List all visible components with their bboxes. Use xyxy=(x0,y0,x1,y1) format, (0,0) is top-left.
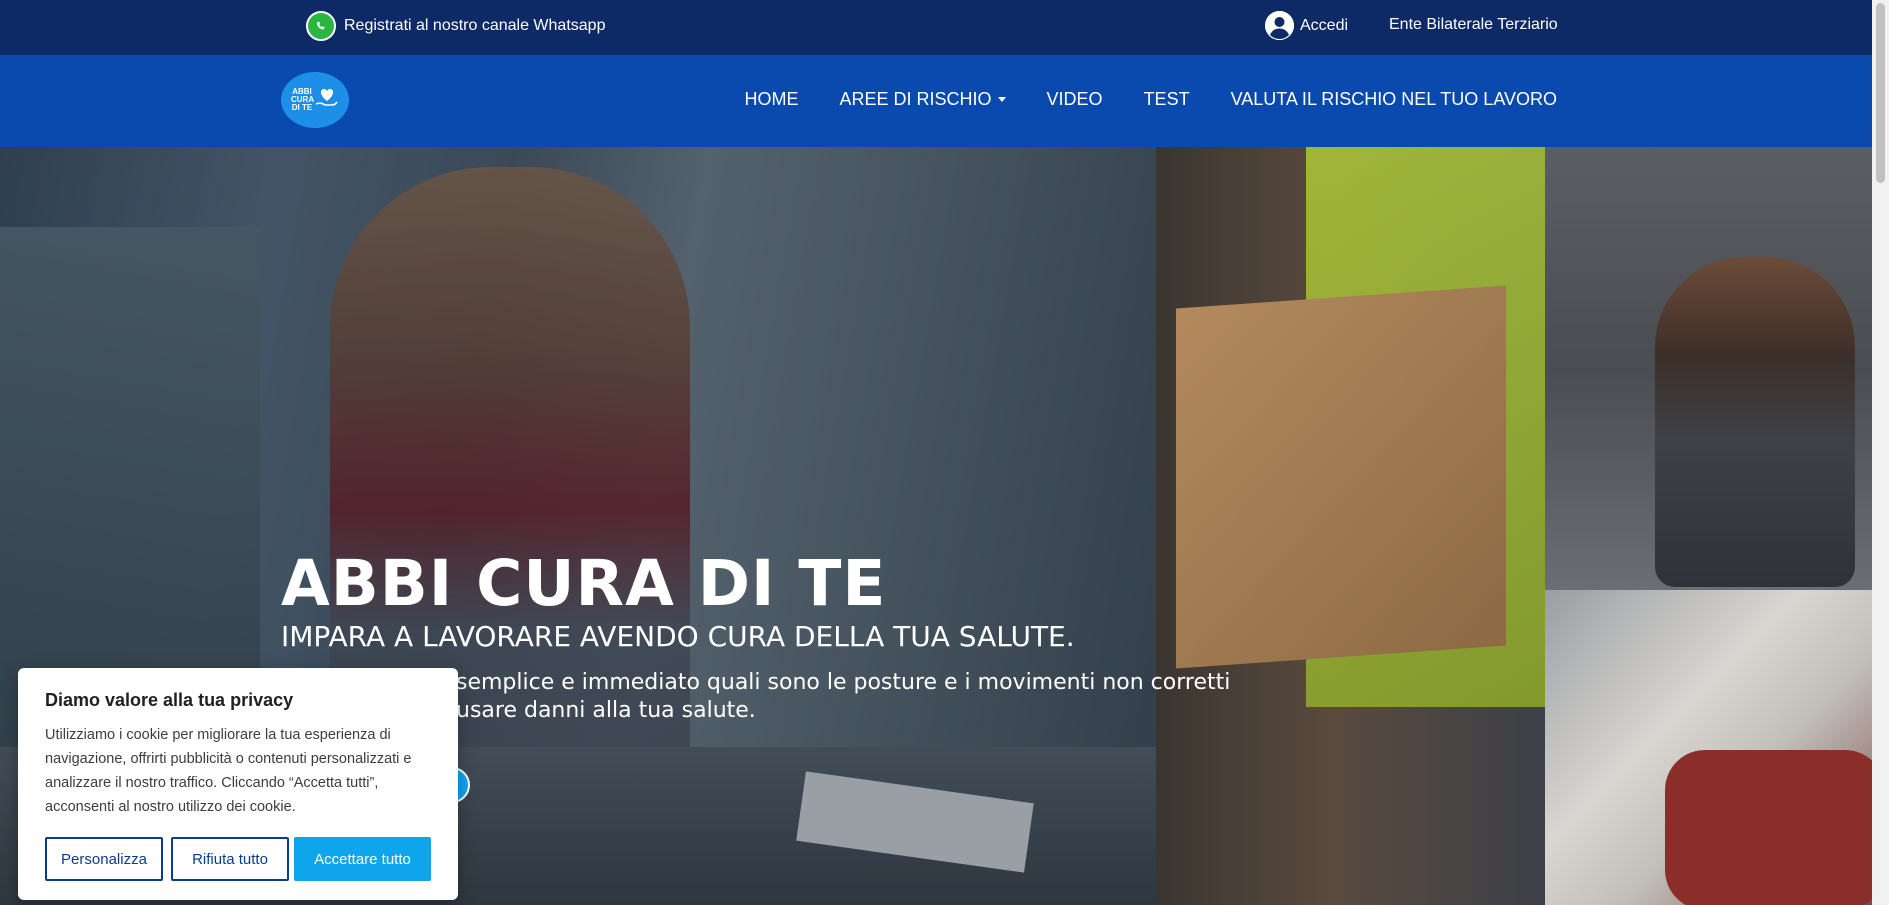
ente-link[interactable]: Ente Bilaterale Terziario xyxy=(1389,16,1558,34)
login-label: Accedi xyxy=(1300,16,1349,34)
hero-image-warehouse xyxy=(1156,147,1546,905)
logo-text: ABBI CURA DI TE xyxy=(291,88,314,112)
scrollbar-thumb[interactable] xyxy=(1876,3,1885,183)
hero-title: ABBI CURA DI TE xyxy=(281,547,887,620)
user-icon xyxy=(1265,11,1294,40)
cookie-text: Utilizziamo i cookie per migliorare la t… xyxy=(45,727,412,815)
reject-all-button[interactable]: Rifiuta tutto xyxy=(171,837,289,881)
nav-item-home[interactable]: HOME xyxy=(745,89,799,110)
nav-item-valuta[interactable]: VALUTA IL RISCHIO NEL TUO LAVORO xyxy=(1231,89,1557,110)
page-scrollbar[interactable] xyxy=(1872,0,1889,905)
nav-item-test[interactable]: TEST xyxy=(1144,89,1190,110)
whatsapp-icon xyxy=(306,11,336,41)
heart-hand-icon xyxy=(315,87,339,114)
customize-button[interactable]: Personalizza xyxy=(45,837,163,881)
whatsapp-link[interactable]: Registrati al nostro canale Whatsapp xyxy=(306,11,605,41)
nav-item-video[interactable]: VIDEO xyxy=(1047,89,1103,110)
chevron-down-icon xyxy=(997,97,1006,102)
nav-menu: HOME AREE DI RISCHIO VIDEO TEST VALUTA I… xyxy=(704,89,1557,110)
logo-line-3: DI TE xyxy=(291,103,313,112)
nav-item-aree-di-rischio[interactable]: AREE DI RISCHIO xyxy=(840,89,1006,110)
cookie-banner: Diamo valore alla tua privacy Utilizziam… xyxy=(18,668,458,900)
hero-image-office xyxy=(1545,147,1872,590)
hero-subtitle: IMPARA A LAVORARE AVENDO CURA DELLA TUA … xyxy=(281,620,1075,653)
main-navbar: ABBI CURA DI TE HOME AREE DI RISCHIO VID… xyxy=(0,55,1872,147)
accept-all-button[interactable]: Accettare tutto xyxy=(294,837,431,881)
nav-item-aree-label: AREE DI RISCHIO xyxy=(839,89,992,109)
whatsapp-label: Registrati al nostro canale Whatsapp xyxy=(344,17,606,34)
hero-image-butcher xyxy=(1545,590,1872,905)
cookie-title: Diamo valore alla tua privacy xyxy=(45,690,294,710)
site-logo[interactable]: ABBI CURA DI TE xyxy=(281,72,349,128)
login-link[interactable]: Accedi xyxy=(1265,11,1348,40)
top-bar: Registrati al nostro canale Whatsapp Acc… xyxy=(0,0,1872,55)
